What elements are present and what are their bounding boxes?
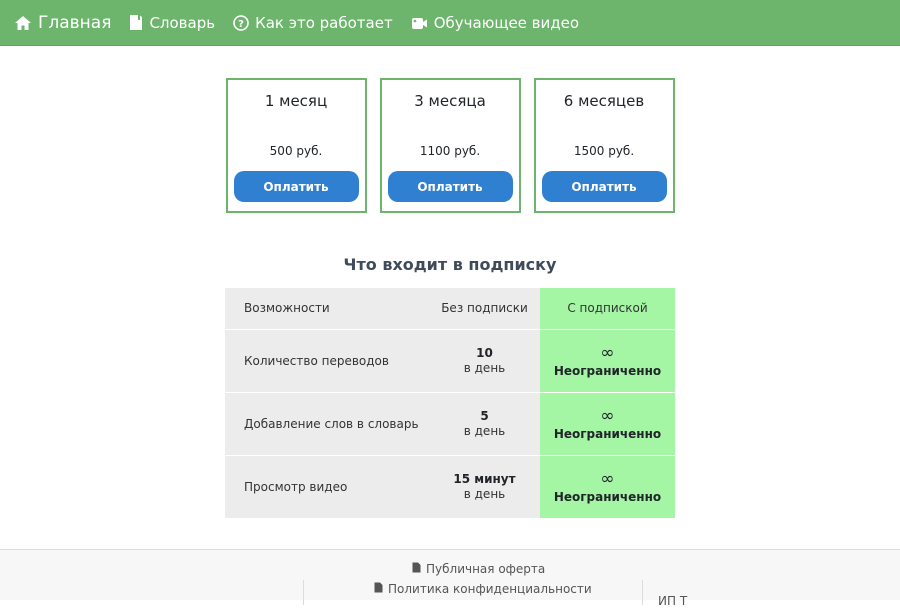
free-cell: 5 в день bbox=[429, 391, 540, 455]
plan-title: 3 месяца bbox=[414, 92, 486, 110]
section-title: Что входит в подписку bbox=[343, 255, 557, 274]
plan-card-6-months: 6 месяцев 1500 руб. Оплатить bbox=[533, 78, 675, 213]
subscription-cell: ∞ Неограниченно bbox=[540, 328, 675, 392]
table-row: Количество переводов 10 в день ∞ Неогран… bbox=[225, 328, 675, 392]
nav-home-label: Главная bbox=[38, 12, 112, 33]
svg-text:?: ? bbox=[238, 19, 244, 30]
table-row: Просмотр видео 15 минут в день ∞ Неогран… bbox=[225, 454, 675, 518]
nav-dictionary-link[interactable]: Словарь bbox=[129, 14, 215, 32]
header-features: Возможности bbox=[225, 288, 429, 329]
header-no-subscription: Без подписки bbox=[429, 288, 540, 329]
nav-tutorial-video-label: Обучающее видео bbox=[433, 13, 580, 32]
feature-name: Просмотр видео bbox=[225, 454, 429, 518]
free-unit: в день bbox=[463, 361, 506, 375]
table-header-row: Возможности Без подписки С подпиской bbox=[225, 288, 675, 329]
nav-how-it-works-link[interactable]: ? Как это работает bbox=[233, 14, 393, 32]
nav-how-it-works-label: Как это работает bbox=[255, 13, 393, 32]
plan-price: 1100 руб. bbox=[419, 144, 481, 158]
privacy-policy-link[interactable]: Политика конфиденциальности bbox=[374, 582, 592, 596]
nav-tutorial-video-link[interactable]: Обучающее видео bbox=[411, 14, 579, 32]
document-icon bbox=[412, 562, 421, 576]
company-info: ИП Т bbox=[658, 594, 688, 608]
plan-title: 1 месяц bbox=[264, 92, 328, 110]
privacy-policy-label: Политика конфиденциальности bbox=[388, 582, 592, 596]
feature-name: Количество переводов bbox=[225, 328, 429, 392]
free-value: 15 минут bbox=[453, 472, 516, 487]
unlimited-label: Неограниченно bbox=[553, 426, 662, 441]
free-cell: 10 в день bbox=[429, 328, 540, 392]
subscription-plans: 1 месяц 500 руб. Оплатить 3 месяца 1100 … bbox=[0, 78, 900, 213]
footer-divider bbox=[303, 580, 304, 605]
free-unit: в день bbox=[463, 424, 506, 438]
subscription-cell: ∞ Неограниченно bbox=[540, 391, 675, 455]
video-camera-icon bbox=[411, 16, 428, 30]
free-value: 5 bbox=[480, 409, 489, 423]
header-with-subscription: С подпиской bbox=[540, 288, 675, 329]
public-offer-link[interactable]: Публичная оферта bbox=[412, 562, 545, 576]
infinity-icon: ∞ bbox=[600, 468, 615, 489]
footer: Публичная оферта Политика конфиденциальн… bbox=[0, 549, 900, 608]
plan-price: 1500 руб. bbox=[573, 144, 635, 158]
home-icon bbox=[14, 15, 32, 31]
public-offer-label: Публичная оферта bbox=[426, 562, 546, 576]
infinity-icon: ∞ bbox=[600, 342, 615, 363]
pay-button[interactable]: Оплатить bbox=[541, 171, 667, 202]
nav-home-link[interactable]: Главная bbox=[14, 13, 111, 33]
infinity-icon: ∞ bbox=[600, 405, 615, 426]
free-unit: в день bbox=[463, 487, 506, 502]
plan-card-3-months: 3 месяца 1100 руб. Оплатить bbox=[379, 78, 521, 213]
free-value: 10 bbox=[476, 346, 493, 360]
unlimited-label: Неограниченно bbox=[553, 363, 662, 378]
pay-button[interactable]: Оплатить bbox=[387, 171, 513, 202]
document-icon bbox=[374, 582, 383, 596]
unlimited-label: Неограниченно bbox=[553, 489, 662, 504]
free-cell: 15 минут в день bbox=[429, 454, 540, 518]
feature-name: Добавление слов в словарь bbox=[225, 391, 429, 455]
plan-card-1-month: 1 месяц 500 руб. Оплатить bbox=[225, 78, 367, 213]
plan-price: 500 руб. bbox=[269, 144, 323, 158]
plan-title: 6 месяцев bbox=[563, 92, 645, 110]
book-icon bbox=[129, 14, 143, 31]
footer-divider bbox=[642, 580, 643, 605]
question-icon: ? bbox=[233, 14, 249, 31]
pay-button[interactable]: Оплатить bbox=[233, 171, 359, 202]
top-navbar: Главная Словарь ? Как это работает Обуча… bbox=[0, 0, 900, 46]
nav-dictionary-label: Словарь bbox=[149, 13, 216, 32]
table-row: Добавление слов в словарь 5 в день ∞ Нео… bbox=[225, 391, 675, 455]
comparison-table: Возможности Без подписки С подпиской Кол… bbox=[225, 288, 675, 518]
subscription-cell: ∞ Неограниченно bbox=[540, 454, 675, 518]
